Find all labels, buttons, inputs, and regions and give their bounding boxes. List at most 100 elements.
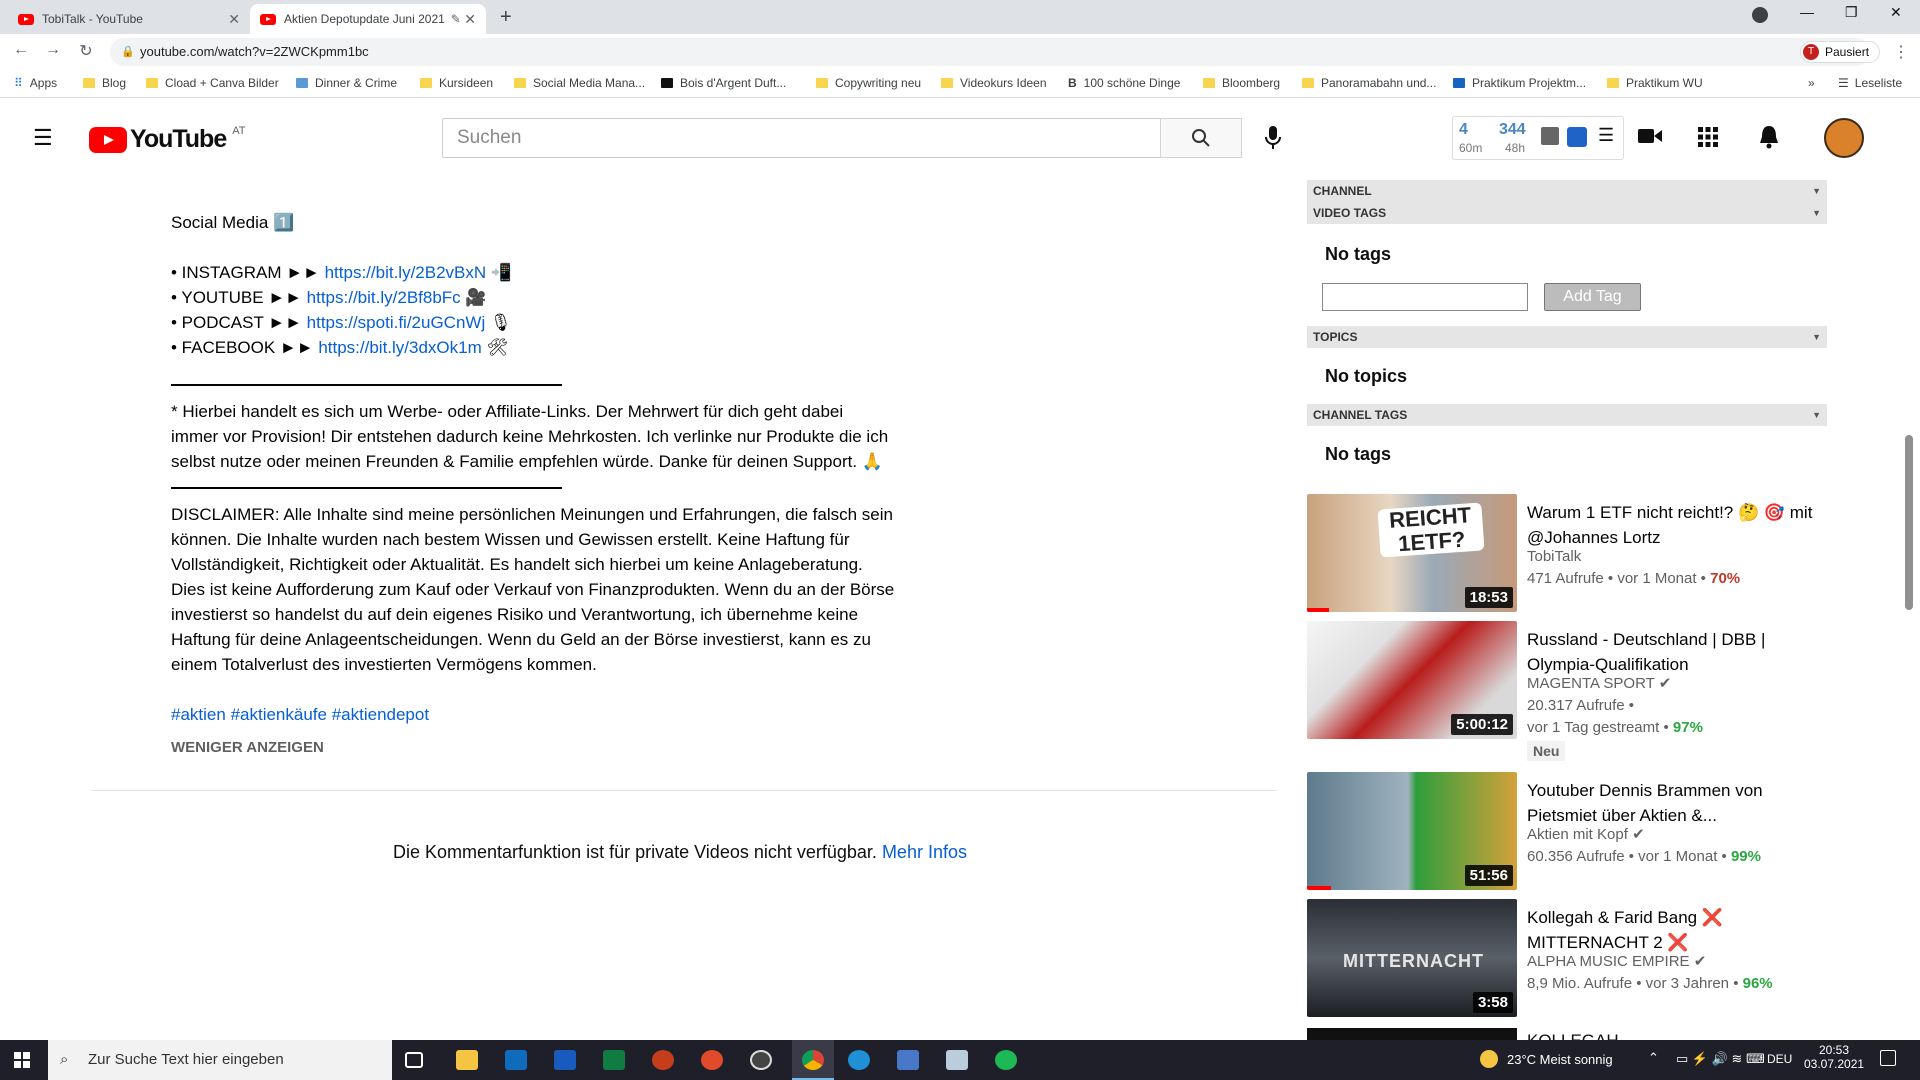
- apps-grid-icon[interactable]: [1698, 127, 1718, 152]
- powerpoint-icon[interactable]: [652, 1050, 674, 1070]
- mail-icon[interactable]: [505, 1050, 527, 1070]
- bookmark-item[interactable]: Social Media Mana...: [514, 76, 645, 90]
- notification-center-icon[interactable]: [1880, 1050, 1896, 1066]
- channel-name[interactable]: TobiTalk: [1527, 546, 1581, 568]
- bookmark-item[interactable]: Praktikum Projektm...: [1453, 76, 1586, 90]
- close-window-button[interactable]: ✕: [1890, 4, 1902, 21]
- search-input[interactable]: Suchen: [442, 118, 1161, 158]
- chrome-taskbar-button[interactable]: [792, 1040, 834, 1080]
- facebook-link[interactable]: https://bit.ly/3dxOk1m: [318, 338, 481, 357]
- channel-name[interactable]: Aktien mit Kopf ✔: [1527, 824, 1645, 846]
- bookmark-item[interactable]: Dinner & Crime: [296, 76, 397, 90]
- avatar[interactable]: [1824, 118, 1864, 158]
- reading-list-button[interactable]: ☰ Leseliste: [1838, 76, 1902, 90]
- input-language[interactable]: DEU: [1767, 1052, 1792, 1066]
- notepad-icon[interactable]: [946, 1050, 968, 1070]
- youtube-logo[interactable]: YouTube AT: [89, 125, 245, 154]
- video-thumbnail[interactable]: REICHT 1ETF? 18:53: [1307, 494, 1517, 612]
- back-icon[interactable]: ←: [10, 41, 32, 59]
- new-tab-button[interactable]: +: [500, 6, 512, 29]
- extension-stats-widget[interactable]: 4 60m 344 48h ☰: [1452, 116, 1624, 160]
- channel-name[interactable]: ALPHA MUSIC EMPIRE ✔: [1527, 951, 1706, 973]
- youtube-link[interactable]: https://bit.ly/2Bf8bFc: [307, 288, 461, 307]
- video-tags-section-header[interactable]: VIDEO TAGS ▼: [1307, 202, 1827, 224]
- video-thumbnail[interactable]: 5:00:12: [1307, 621, 1517, 739]
- bookmark-item[interactable]: Praktikum WU: [1607, 76, 1703, 90]
- show-less-button[interactable]: WENIGER ANZEIGEN: [171, 735, 951, 760]
- bar-chart-icon[interactable]: [1541, 127, 1559, 145]
- browser-tab[interactable]: TobiTalk - YouTube ✕: [8, 4, 250, 34]
- tray-chevron-icon[interactable]: ⌃: [1648, 1050, 1659, 1066]
- instagram-link[interactable]: https://bit.ly/2B2vBxN: [325, 263, 487, 282]
- hashtag-link[interactable]: #aktien: [171, 705, 226, 724]
- hashtag-link[interactable]: #aktienkäufe: [231, 705, 327, 724]
- excel-icon[interactable]: [603, 1050, 625, 1070]
- video-thumbnail[interactable]: 51:56: [1307, 772, 1517, 890]
- video-thumbnail[interactable]: MITTERNACHT 3:58: [1307, 899, 1517, 1017]
- close-tab-icon[interactable]: ✕: [228, 11, 240, 28]
- spotify-icon[interactable]: [995, 1050, 1017, 1070]
- bookmark-item[interactable]: Videokurs Ideen: [941, 76, 1047, 90]
- bookmark-item[interactable]: Bois d'Argent Duft...: [661, 76, 786, 90]
- clock[interactable]: 20:53 03.07.2021: [1804, 1043, 1864, 1071]
- channel-name[interactable]: MAGENTA SPORT ✔: [1527, 673, 1671, 695]
- video-title[interactable]: KOLLEGAH: [1527, 1028, 1619, 1040]
- obs-icon[interactable]: [750, 1050, 772, 1070]
- scrollbar-thumb[interactable]: [1905, 435, 1913, 610]
- bookmark-item[interactable]: Blog: [83, 76, 126, 90]
- hashtag-link[interactable]: #aktiendepot: [332, 705, 429, 724]
- close-tab-icon[interactable]: ✕: [464, 11, 476, 28]
- windows-start-icon[interactable]: [14, 1052, 30, 1071]
- youtube-wordmark: YouTube: [130, 125, 227, 153]
- create-video-icon[interactable]: [1638, 127, 1662, 150]
- tab-search-icon[interactable]: [1752, 7, 1768, 23]
- play-queue-icon[interactable]: [1567, 127, 1587, 147]
- more-bookmarks-icon[interactable]: »: [1808, 76, 1815, 90]
- recommended-video[interactable]: MITTERNACHT 3:58 Kollegah & Farid Bang ❌…: [1307, 899, 1827, 1017]
- weather-text[interactable]: 23°C Meist sonnig: [1507, 1052, 1613, 1067]
- minimize-button[interactable]: —: [1800, 4, 1814, 20]
- edge-icon[interactable]: [848, 1050, 870, 1070]
- video-title[interactable]: Russland - Deutschland | DBB | Olympia-Q…: [1527, 627, 1817, 677]
- tray-icons[interactable]: ▭ ⚡ 🔊 ≋ ⌨: [1676, 1051, 1765, 1067]
- recommended-video[interactable]: REICHT 1ETF? 18:53 Warum 1 ETF nicht rei…: [1307, 494, 1827, 612]
- profile-button[interactable]: T Pausiert: [1800, 41, 1880, 63]
- bookmark-item[interactable]: Panoramabahn und...: [1302, 76, 1436, 90]
- bookmark-item[interactable]: Cload + Canva Bilder: [146, 76, 279, 90]
- app-icon[interactable]: [701, 1050, 723, 1070]
- recommended-video[interactable]: 5:00:12 Russland - Deutschland | DBB | O…: [1307, 621, 1827, 761]
- bookmark-item[interactable]: Copywriting neu: [816, 76, 921, 90]
- app-icon[interactable]: [897, 1050, 919, 1070]
- word-icon[interactable]: [554, 1050, 576, 1070]
- taskbar-search-input[interactable]: ⌕ Zur Suche Text hier eingeben: [48, 1040, 392, 1080]
- bookmark-item[interactable]: Bloomberg: [1203, 76, 1280, 90]
- restore-button[interactable]: ❐: [1845, 4, 1858, 21]
- microphone-icon[interactable]: [1264, 125, 1282, 156]
- video-thumbnail[interactable]: [1307, 1028, 1517, 1040]
- podcast-link[interactable]: https://spoti.fi/2uGCnWj: [307, 313, 486, 332]
- bookmark-item[interactable]: Kursideen: [420, 76, 493, 90]
- list-icon[interactable]: ☰: [1598, 125, 1614, 146]
- task-view-icon[interactable]: [405, 1052, 423, 1068]
- more-info-link[interactable]: Mehr Infos: [882, 842, 967, 862]
- search-button[interactable]: [1160, 118, 1242, 158]
- hamburger-menu-icon[interactable]: ☰: [33, 125, 53, 151]
- file-explorer-icon[interactable]: [456, 1050, 478, 1070]
- channel-section-header[interactable]: CHANNEL ▼: [1307, 180, 1827, 202]
- topics-section-header[interactable]: TOPICS ▼: [1307, 326, 1827, 348]
- menu-dots-icon[interactable]: ⋮: [1893, 42, 1909, 62]
- video-title[interactable]: Kollegah & Farid Bang ❌ MITTERNACHT 2 ❌: [1527, 905, 1817, 955]
- reload-icon[interactable]: ↻: [75, 41, 97, 61]
- add-tag-button[interactable]: Add Tag: [1544, 283, 1641, 311]
- address-bar[interactable]: 🔒 youtube.com/watch?v=2ZWCKpmm1bc: [110, 38, 1870, 66]
- recommended-video[interactable]: 51:56 Youtuber Dennis Brammen von Pietsm…: [1307, 772, 1827, 890]
- video-title[interactable]: Warum 1 ETF nicht reicht!? 🤔 🎯 mit @Joha…: [1527, 500, 1817, 550]
- bookmark-apps[interactable]: ⠿ Apps: [14, 76, 57, 90]
- forward-icon[interactable]: →: [42, 41, 64, 59]
- channel-tags-section-header[interactable]: CHANNEL TAGS ▼: [1307, 404, 1827, 426]
- browser-tab-active[interactable]: Aktien Depotupdate Juni 2021 ✎ ✕: [250, 4, 486, 34]
- video-title[interactable]: Youtuber Dennis Brammen von Pietsmiet üb…: [1527, 778, 1817, 828]
- bookmark-item[interactable]: B 100 schöne Dinge: [1068, 76, 1180, 90]
- add-tag-input[interactable]: [1322, 283, 1528, 311]
- notifications-bell-icon[interactable]: [1758, 125, 1780, 154]
